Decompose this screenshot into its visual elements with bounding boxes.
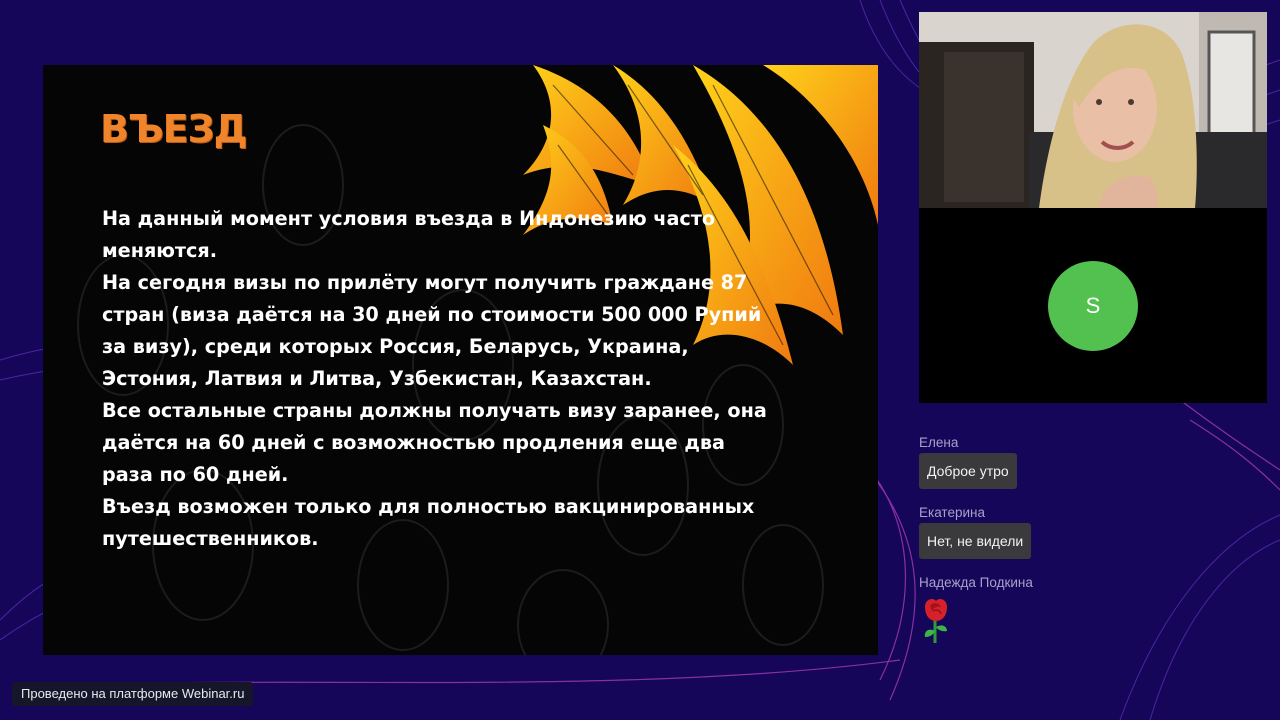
presenter-webcam-video[interactable] <box>919 12 1267 208</box>
presentation-slide: въезд На данный момент условия въезда в … <box>43 65 878 655</box>
chat-message: Надежда Подкина <box>919 573 1267 650</box>
chat-panel: Елена Доброе утро Екатерина Нет, не виде… <box>919 433 1267 664</box>
platform-badge[interactable]: Проведено на платформе Webinar.ru <box>12 682 254 706</box>
slide-body: На данный момент условия въезда в Индоне… <box>102 203 782 555</box>
rose-icon <box>924 599 947 643</box>
slide-paragraph: Въезд возможен только для полностью вакц… <box>102 495 755 550</box>
slide-title: въезд <box>100 107 247 151</box>
chat-bubble: Нет, не видели <box>919 523 1032 559</box>
webcam-frame <box>919 12 1267 208</box>
chat-message: Елена Доброе утро <box>919 433 1267 489</box>
slide-paragraph: Все остальные страны должны получать виз… <box>102 399 767 486</box>
chat-author: Елена <box>919 435 959 450</box>
participant-video-tile[interactable]: S <box>919 208 1267 403</box>
participant-avatar: S <box>1048 261 1138 351</box>
chat-author: Екатерина <box>919 505 985 520</box>
chat-bubble: Доброе утро <box>919 453 1017 489</box>
slide-paragraph: На данный момент условия въезда в Индоне… <box>102 207 716 262</box>
slide-paragraph: На сегодня визы по прилёту могут получит… <box>102 271 762 390</box>
chat-author: Надежда Подкина <box>919 575 1033 590</box>
chat-message: Екатерина Нет, не видели <box>919 503 1267 559</box>
